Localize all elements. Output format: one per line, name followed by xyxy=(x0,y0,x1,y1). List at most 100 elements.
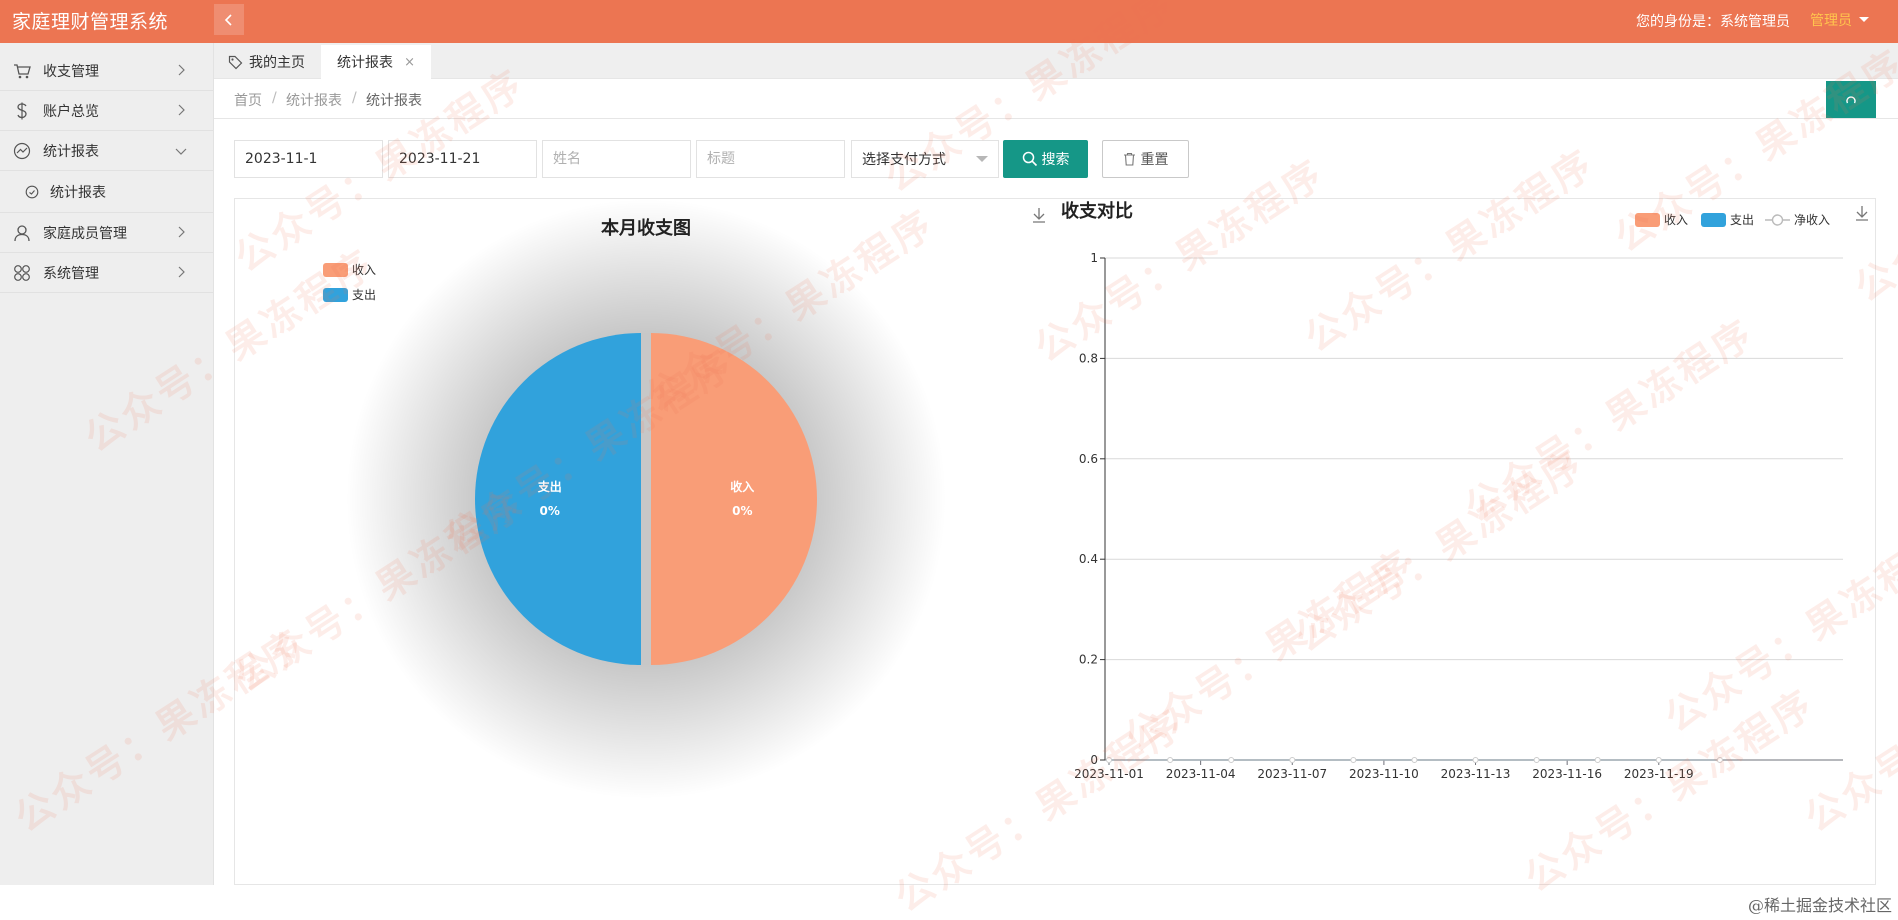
y-tick-label: 1 xyxy=(1090,251,1098,265)
line-legend-label: 收入 xyxy=(1664,213,1688,227)
line-legend-swatch xyxy=(1635,213,1660,227)
chevron-right-icon xyxy=(178,64,185,76)
series-point xyxy=(1106,757,1112,763)
x-tick-label: 2023-11-10 xyxy=(1349,767,1419,781)
sidebar: 收支管理 账户总览 统计报表 统计报表 家庭成员管理 系统管理 xyxy=(0,43,214,885)
x-tick-label: 2023-11-19 xyxy=(1624,767,1694,781)
line-legend-marker xyxy=(1771,214,1784,226)
search-icon xyxy=(1022,151,1037,167)
breadcrumb-item: 统计报表 xyxy=(366,93,422,109)
sidebar-item-account-overview[interactable]: 账户总览 xyxy=(0,91,213,131)
grid-icon xyxy=(12,263,32,283)
sidebar-item-label: 账户总览 xyxy=(43,103,99,120)
series-point xyxy=(1411,757,1418,763)
sidebar-item-label: 收支管理 xyxy=(43,63,99,80)
user-icon xyxy=(12,223,32,243)
series-point xyxy=(1228,757,1235,763)
sidebar-item-label: 统计报表 xyxy=(50,184,106,201)
line-legend-label: 支出 xyxy=(1730,213,1754,227)
chevron-right-icon xyxy=(178,226,185,238)
user-role: 管理员 xyxy=(1810,13,1852,29)
y-tick-label: 0.8 xyxy=(1079,351,1098,365)
x-tick-label: 2023-11-01 xyxy=(1074,767,1144,781)
breadcrumb-item[interactable]: 首页 xyxy=(234,90,262,110)
tab-statistics[interactable]: 统计报表 × xyxy=(321,45,431,79)
sidebar-item-label: 统计报表 xyxy=(43,143,99,160)
series-point xyxy=(1167,757,1174,763)
y-tick-label: 0.4 xyxy=(1079,552,1098,566)
pie-slice-name: 收入 xyxy=(730,479,754,494)
trash-icon xyxy=(1123,152,1135,166)
dropdown-arrow-icon xyxy=(976,156,988,162)
line-legend-swatch xyxy=(1701,213,1726,227)
reset-button[interactable]: 重置 xyxy=(1102,140,1189,178)
app-root: 家庭理财管理系统 您的身份是：系统管理员 管理员 收支管理 账户总览 统计报表 … xyxy=(0,0,1898,920)
line-title: 收支对比 xyxy=(1061,200,1133,222)
pie-chart: 本月收支图收入支出收入0%支出0% xyxy=(323,199,946,799)
sidebar-item-system-management[interactable]: 系统管理 xyxy=(0,253,213,293)
tab-bar: 我的主页 统计报表 × xyxy=(214,43,1898,79)
tab-label: 统计报表 xyxy=(337,55,393,71)
x-tick-label: 2023-11-04 xyxy=(1166,767,1236,781)
pie-legend-label: 收入 xyxy=(352,263,376,277)
chevron-right-icon xyxy=(178,266,185,278)
y-tick-label: 0.2 xyxy=(1079,653,1098,667)
sidebar-item-label: 家庭成员管理 xyxy=(43,225,127,242)
refresh-button[interactable] xyxy=(1826,81,1876,118)
tag-icon xyxy=(228,55,243,69)
sidebar-subitem-statistics-report[interactable]: 统计报表 xyxy=(0,171,213,213)
sidebar-item-income-expense[interactable]: 收支管理 xyxy=(0,51,213,91)
series-point xyxy=(1350,757,1357,763)
identity-text: 您的身份是：系统管理员 xyxy=(1636,14,1790,30)
chevron-right-icon xyxy=(178,104,185,116)
pie-legend-swatch xyxy=(323,263,348,277)
app-title: 家庭理财管理系统 xyxy=(12,11,169,33)
series-point xyxy=(1716,757,1723,763)
series-point xyxy=(1533,757,1540,763)
sidebar-item-label: 系统管理 xyxy=(43,265,99,282)
tab-home[interactable]: 我的主页 xyxy=(228,45,305,79)
series-point xyxy=(1594,757,1601,763)
search-label: 搜索 xyxy=(1041,152,1070,168)
y-tick-label: 0 xyxy=(1090,753,1098,767)
payment-method-select[interactable]: 选择支付方式 xyxy=(851,140,999,178)
sidebar-item-statistics[interactable]: 统计报表 xyxy=(0,131,213,171)
x-tick-label: 2023-11-07 xyxy=(1257,767,1327,781)
x-tick-label: 2023-11-16 xyxy=(1532,767,1602,781)
breadcrumb-item[interactable]: 统计报表 xyxy=(286,90,342,110)
charts-canvas: 本月收支图收入支出收入0%支出0% 收支对比 收入 支出 净收入00.20.40.60… xyxy=(323,199,1868,799)
sidebar-item-family-members[interactable]: 家庭成员管理 xyxy=(0,213,213,253)
end-date-input[interactable] xyxy=(388,140,537,178)
refresh-icon xyxy=(1846,95,1856,103)
chevron-left-icon xyxy=(224,13,232,26)
line-legend-label: 净收入 xyxy=(1794,213,1830,227)
search-button[interactable]: 搜索 xyxy=(1003,140,1088,178)
series-point xyxy=(1289,757,1296,763)
breadcrumb-separator: / xyxy=(352,90,357,106)
top-header: 家庭理财管理系统 您的身份是：系统管理员 管理员 xyxy=(0,0,1898,43)
pie-title: 本月收支图 xyxy=(601,217,691,239)
name-input[interactable] xyxy=(542,140,691,178)
sidebar-collapse-button[interactable] xyxy=(214,4,244,35)
close-icon[interactable]: × xyxy=(404,55,415,70)
x-tick-label: 2023-11-13 xyxy=(1441,767,1511,781)
download-icon xyxy=(1856,206,1868,221)
pie-slice-percent: 0% xyxy=(540,504,560,518)
reset-label: 重置 xyxy=(1140,152,1169,168)
download-icon xyxy=(1033,208,1045,223)
charts-panel: 本月收支图 收入 支出 收入 0% 支出 0% 收支对比 收入 支出 净收入 0 0.2 0.4 0.6 0… xyxy=(234,198,1876,885)
title-input[interactable] xyxy=(696,140,845,178)
y-tick-label: 0.6 xyxy=(1079,452,1098,466)
start-date-input[interactable] xyxy=(234,140,383,178)
breadcrumb: 首页 / 统计报表 / 统计报表 xyxy=(214,79,1898,119)
payment-method-value: 选择支付方式 xyxy=(862,152,946,168)
series-point xyxy=(1655,757,1662,763)
user-menu[interactable]: 管理员 xyxy=(1810,10,1870,30)
cart-icon xyxy=(12,61,32,81)
series-point xyxy=(1472,757,1479,763)
line-chart: 收支对比收入 支出 净收入 0 0.2 0.4 0.6 0.8 1 2023-11-01 2023-… xyxy=(1033,200,1868,781)
pie-shadow xyxy=(346,199,946,799)
clock-icon xyxy=(22,182,42,202)
pie-legend-swatch xyxy=(323,288,348,302)
caret-down-icon xyxy=(1859,17,1869,22)
